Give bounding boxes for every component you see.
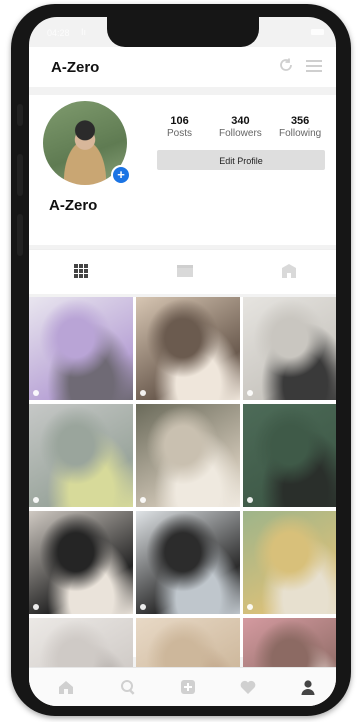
posts-label: Posts <box>167 128 193 139</box>
profile-tabs <box>29 249 336 294</box>
following-label: Following <box>279 128 322 139</box>
post-grid <box>29 297 336 706</box>
menu-icon[interactable] <box>306 59 322 73</box>
media-indicator-icon <box>33 604 39 610</box>
post-thumbnail[interactable] <box>136 404 240 507</box>
search-icon[interactable] <box>119 678 137 696</box>
media-indicator-icon <box>33 497 39 503</box>
bottom-nav <box>29 667 336 706</box>
followers-label: Followers <box>219 128 262 139</box>
list-icon[interactable] <box>175 262 195 280</box>
media-indicator-icon <box>33 390 39 396</box>
app-header: A-Zero <box>29 47 336 87</box>
add-post-icon[interactable] <box>179 678 197 696</box>
add-story-icon[interactable]: + <box>111 165 131 185</box>
grid-icon[interactable] <box>71 262 91 280</box>
following-stat[interactable]: 356 Following <box>279 115 321 139</box>
profile-icon[interactable] <box>299 678 317 696</box>
post-thumbnail[interactable] <box>243 297 336 400</box>
battery-icon <box>311 29 324 35</box>
profile-section: + 106 Posts 340 Followers 356 Following … <box>29 95 336 245</box>
tagged-icon[interactable] <box>279 262 299 280</box>
media-indicator-icon <box>247 604 253 610</box>
following-count: 356 <box>290 115 310 127</box>
post-thumbnail[interactable] <box>243 404 336 507</box>
phone-notch <box>107 17 259 47</box>
post-thumbnail[interactable] <box>243 511 336 614</box>
header-title: A-Zero <box>51 59 100 76</box>
media-indicator-icon <box>140 390 146 396</box>
app-screen: 04:28 Iı A-Zero + 106 Posts 340 Follower… <box>29 17 336 706</box>
side-button <box>17 104 23 126</box>
status-time: 04:28 <box>47 28 70 38</box>
media-indicator-icon <box>247 497 253 503</box>
followers-stat[interactable]: 340 Followers <box>219 115 262 139</box>
post-thumbnail[interactable] <box>29 511 133 614</box>
posts-count: 106 <box>170 115 189 127</box>
post-thumbnail[interactable] <box>136 511 240 614</box>
edit-profile-button[interactable]: Edit Profile <box>157 150 325 170</box>
media-indicator-icon <box>247 390 253 396</box>
refresh-icon[interactable] <box>278 57 294 73</box>
post-thumbnail[interactable] <box>29 297 133 400</box>
heart-icon[interactable] <box>239 678 257 696</box>
media-indicator-icon <box>140 497 146 503</box>
home-icon[interactable] <box>57 678 75 696</box>
followers-count: 340 <box>231 115 250 127</box>
side-button <box>17 214 23 256</box>
posts-stat[interactable]: 106 Posts <box>167 115 192 139</box>
post-thumbnail[interactable] <box>136 297 240 400</box>
media-indicator-icon <box>140 604 146 610</box>
profile-name: A-Zero <box>49 197 98 214</box>
signal-icon: Iı <box>81 27 87 37</box>
side-button <box>17 154 23 196</box>
post-thumbnail[interactable] <box>29 404 133 507</box>
